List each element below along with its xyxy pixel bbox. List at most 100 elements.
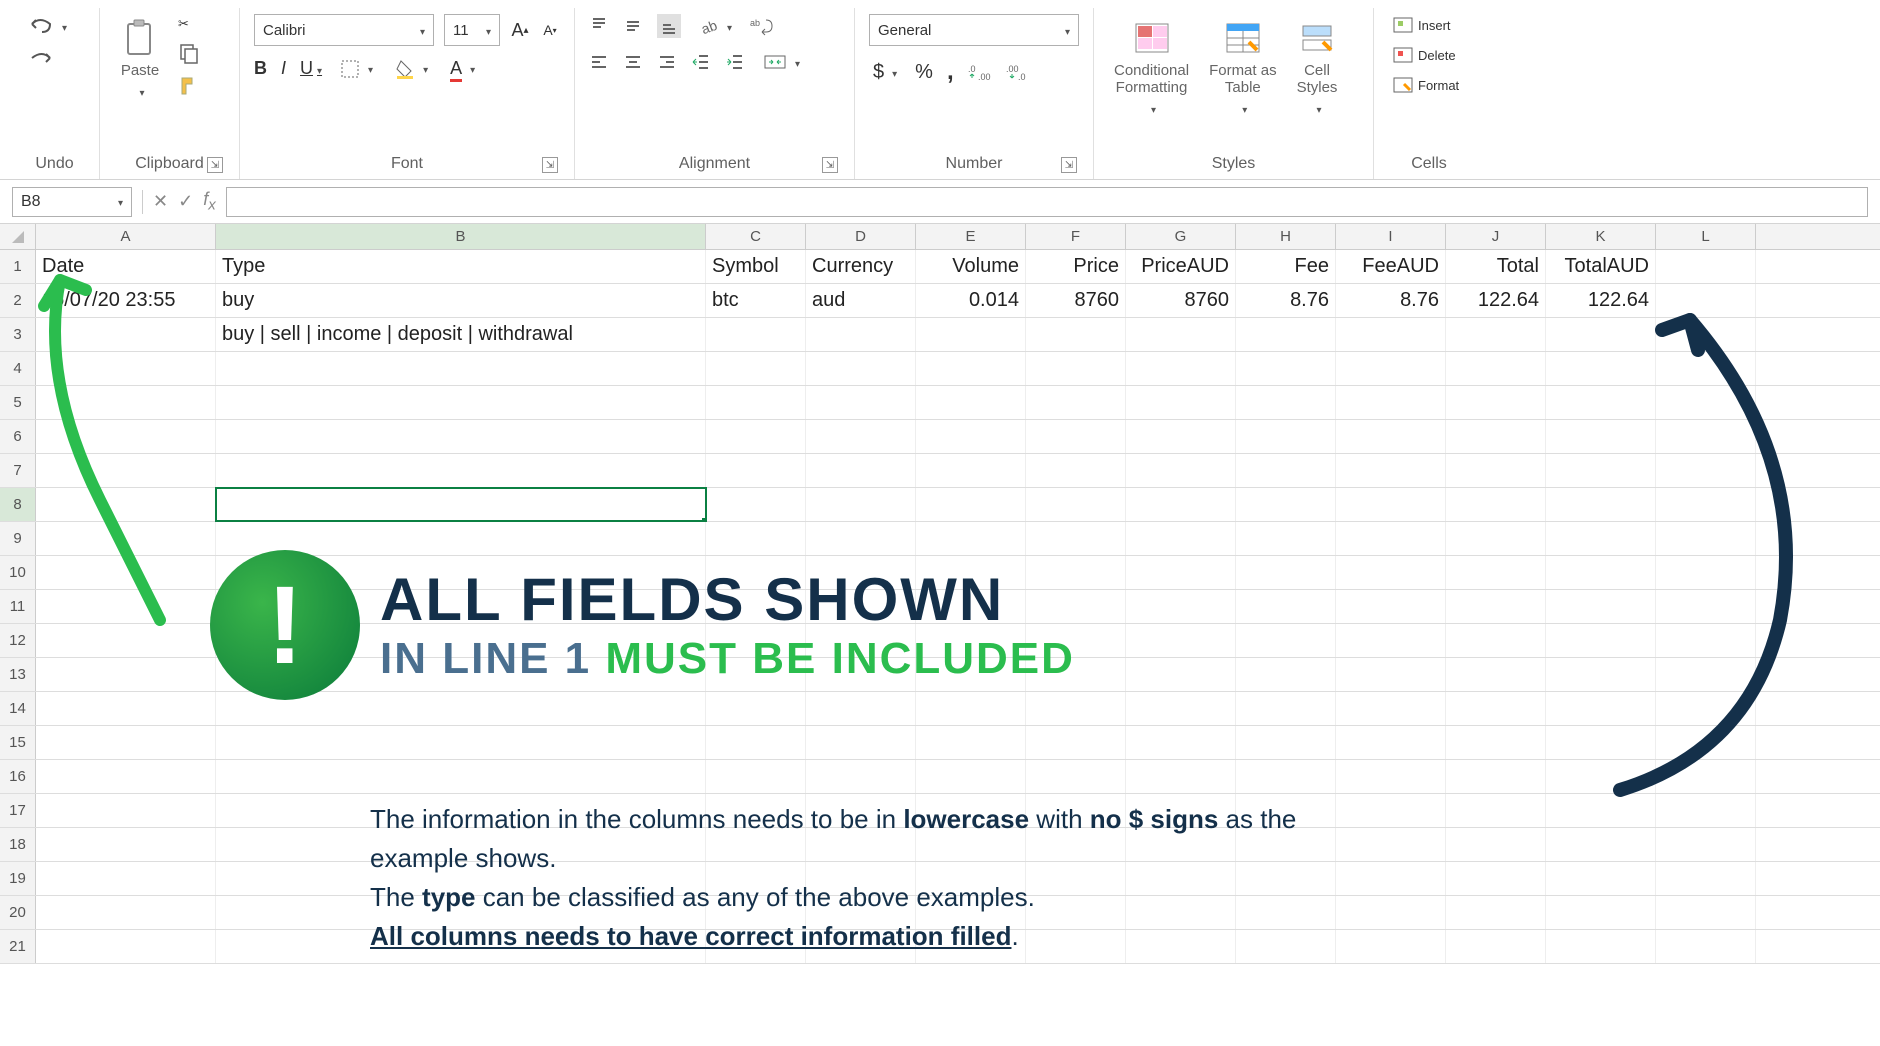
cell[interactable] — [1126, 488, 1236, 521]
cell[interactable] — [916, 352, 1026, 385]
cell[interactable] — [1126, 352, 1236, 385]
cell[interactable] — [1656, 386, 1756, 419]
paste-button[interactable]: Paste — [114, 14, 166, 104]
font-dialog-launcher[interactable]: ⇲ — [542, 157, 558, 173]
cell[interactable] — [916, 658, 1026, 691]
cell[interactable] — [1126, 692, 1236, 725]
align-right-icon[interactable] — [657, 52, 677, 72]
cell[interactable] — [1656, 828, 1756, 861]
column-header[interactable]: I — [1336, 224, 1446, 249]
cell[interactable] — [1446, 318, 1546, 351]
cell[interactable] — [1026, 318, 1126, 351]
cell[interactable] — [916, 828, 1026, 861]
conditional-formatting-button[interactable]: Conditional Formatting — [1108, 14, 1195, 121]
cell[interactable] — [1446, 488, 1546, 521]
cell[interactable] — [1656, 692, 1756, 725]
row-header[interactable]: 10 — [0, 556, 36, 589]
format-as-table-button[interactable]: Format as Table — [1203, 14, 1283, 121]
cell[interactable] — [36, 488, 216, 521]
cell[interactable]: Symbol — [706, 250, 806, 283]
cell[interactable] — [36, 828, 216, 861]
cell[interactable] — [1126, 828, 1236, 861]
increase-decimal-icon[interactable]: .0.00 — [968, 62, 992, 82]
cell[interactable] — [1236, 318, 1336, 351]
cell[interactable] — [36, 692, 216, 725]
cell[interactable] — [1546, 760, 1656, 793]
cell[interactable] — [806, 352, 916, 385]
cell[interactable] — [1126, 420, 1236, 453]
cell[interactable] — [706, 692, 806, 725]
cell[interactable] — [1546, 556, 1656, 589]
cell[interactable]: 8760 — [1026, 284, 1126, 317]
cell[interactable] — [216, 658, 706, 691]
cell[interactable] — [1126, 522, 1236, 555]
column-header[interactable]: H — [1236, 224, 1336, 249]
cell[interactable] — [1446, 386, 1546, 419]
cell[interactable] — [706, 760, 806, 793]
cell[interactable] — [806, 318, 916, 351]
cell[interactable] — [706, 624, 806, 657]
cell[interactable] — [216, 488, 706, 521]
cell[interactable] — [1546, 386, 1656, 419]
row-header[interactable]: 19 — [0, 862, 36, 895]
cell[interactable] — [1126, 624, 1236, 657]
cell[interactable] — [1446, 794, 1546, 827]
cell[interactable] — [916, 454, 1026, 487]
column-header[interactable]: G — [1126, 224, 1236, 249]
cell[interactable] — [1656, 624, 1756, 657]
row-header[interactable]: 11 — [0, 590, 36, 623]
cell[interactable] — [36, 420, 216, 453]
cell[interactable] — [806, 658, 916, 691]
cell[interactable] — [1126, 658, 1236, 691]
column-header[interactable]: K — [1546, 224, 1656, 249]
cell[interactable] — [1236, 590, 1336, 623]
cell[interactable] — [1656, 352, 1756, 385]
column-header[interactable]: J — [1446, 224, 1546, 249]
cell[interactable] — [916, 794, 1026, 827]
cell[interactable] — [706, 726, 806, 759]
cell[interactable] — [806, 522, 916, 555]
cell[interactable]: Volume — [916, 250, 1026, 283]
row-header[interactable]: 20 — [0, 896, 36, 929]
font-size-select[interactable]: 11 — [444, 14, 500, 46]
cell[interactable]: PriceAUD — [1126, 250, 1236, 283]
cell[interactable] — [916, 556, 1026, 589]
cell[interactable] — [1026, 522, 1126, 555]
row-header[interactable]: 6 — [0, 420, 36, 453]
cell[interactable] — [1026, 760, 1126, 793]
delete-cells-button[interactable]: Delete — [1388, 44, 1460, 66]
cell[interactable] — [916, 896, 1026, 929]
column-header[interactable]: A — [36, 224, 216, 249]
cell[interactable] — [916, 692, 1026, 725]
cell[interactable] — [216, 556, 706, 589]
row-header[interactable]: 5 — [0, 386, 36, 419]
cell[interactable] — [1546, 862, 1656, 895]
row-header[interactable]: 14 — [0, 692, 36, 725]
cell[interactable] — [1336, 828, 1446, 861]
cell[interactable] — [216, 794, 706, 827]
cell[interactable] — [706, 318, 806, 351]
cell[interactable]: Date — [36, 250, 216, 283]
cell[interactable] — [1446, 862, 1546, 895]
row-header[interactable]: 21 — [0, 930, 36, 963]
cell[interactable] — [806, 454, 916, 487]
cell[interactable] — [36, 862, 216, 895]
italic-button[interactable]: I — [281, 58, 286, 79]
cell[interactable] — [1546, 726, 1656, 759]
cell[interactable] — [1546, 658, 1656, 691]
cell[interactable]: 16/07/20 23:55 — [36, 284, 216, 317]
cell[interactable] — [1336, 454, 1446, 487]
cell[interactable] — [1236, 386, 1336, 419]
clipboard-dialog-launcher[interactable]: ⇲ — [207, 157, 223, 173]
cell[interactable] — [216, 454, 706, 487]
cell[interactable] — [216, 760, 706, 793]
decrease-decimal-icon[interactable]: .00.0 — [1006, 62, 1030, 82]
merge-button[interactable] — [759, 50, 804, 74]
column-header[interactable]: F — [1026, 224, 1126, 249]
cell[interactable]: 8.76 — [1336, 284, 1446, 317]
cell[interactable] — [1336, 522, 1446, 555]
cell[interactable] — [1546, 828, 1656, 861]
row-header[interactable]: 1 — [0, 250, 36, 283]
cell[interactable] — [916, 930, 1026, 963]
cell[interactable] — [1236, 760, 1336, 793]
